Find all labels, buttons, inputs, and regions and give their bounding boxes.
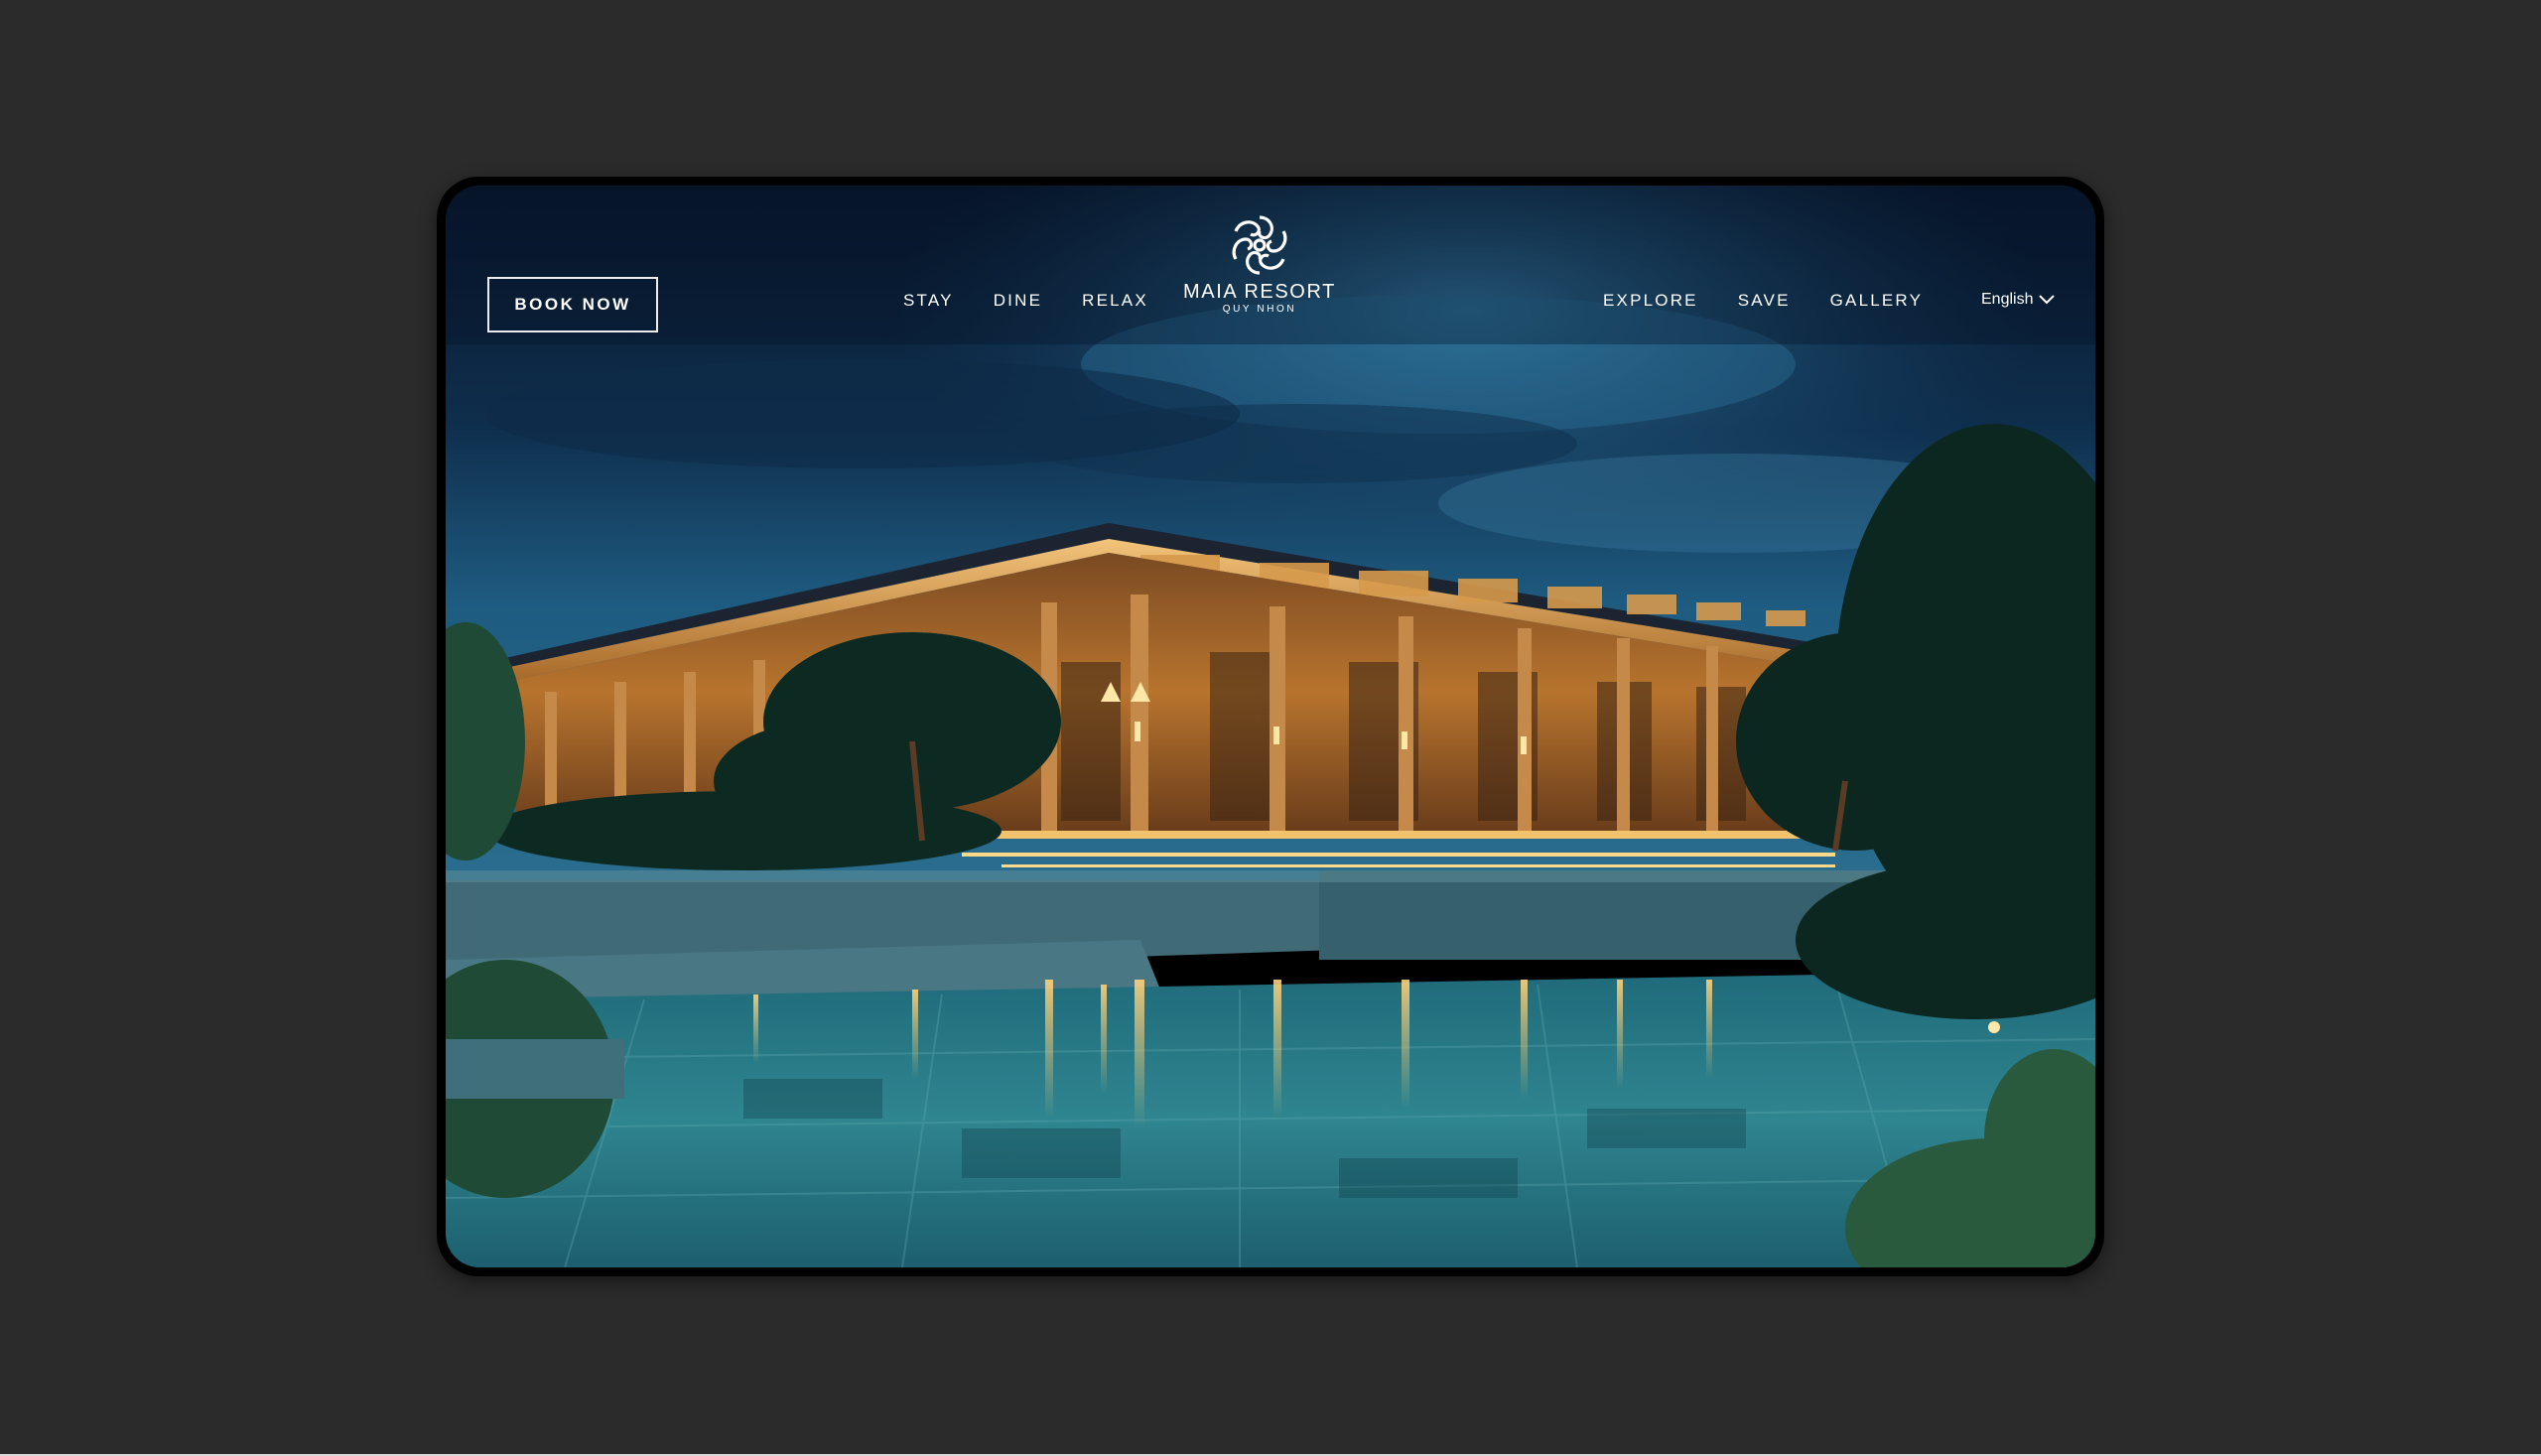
- nav-item-dine[interactable]: DINE: [994, 291, 1042, 311]
- primary-nav-left: STAY DINE RELAX: [903, 291, 1188, 311]
- nav-item-explore[interactable]: EXPLORE: [1603, 291, 1698, 311]
- device-frame: BOOK NOW STAY DINE RELAX MAIA RESORT QUY…: [437, 177, 2104, 1276]
- resort-logo[interactable]: MAIA RESORT QUY NHON: [1180, 213, 1339, 317]
- book-now-button[interactable]: BOOK NOW: [487, 277, 658, 332]
- language-selector[interactable]: English: [1981, 291, 2056, 309]
- logo-subtitle: QUY NHON: [1222, 304, 1297, 315]
- nav-item-save[interactable]: SAVE: [1738, 291, 1791, 311]
- logo-name: MAIA RESORT: [1183, 281, 1336, 303]
- flower-logo-icon: [1232, 215, 1287, 275]
- nav-item-stay[interactable]: STAY: [903, 291, 954, 311]
- primary-nav-right: EXPLORE SAVE GALLERY: [1603, 291, 1962, 311]
- nav-item-relax[interactable]: RELAX: [1082, 291, 1148, 311]
- nav-item-gallery[interactable]: GALLERY: [1830, 291, 1924, 311]
- hero-image: [446, 186, 2095, 1267]
- language-label: English: [1981, 291, 2034, 308]
- chevron-down-icon: [2039, 295, 2056, 305]
- website-screen: BOOK NOW STAY DINE RELAX MAIA RESORT QUY…: [446, 186, 2095, 1267]
